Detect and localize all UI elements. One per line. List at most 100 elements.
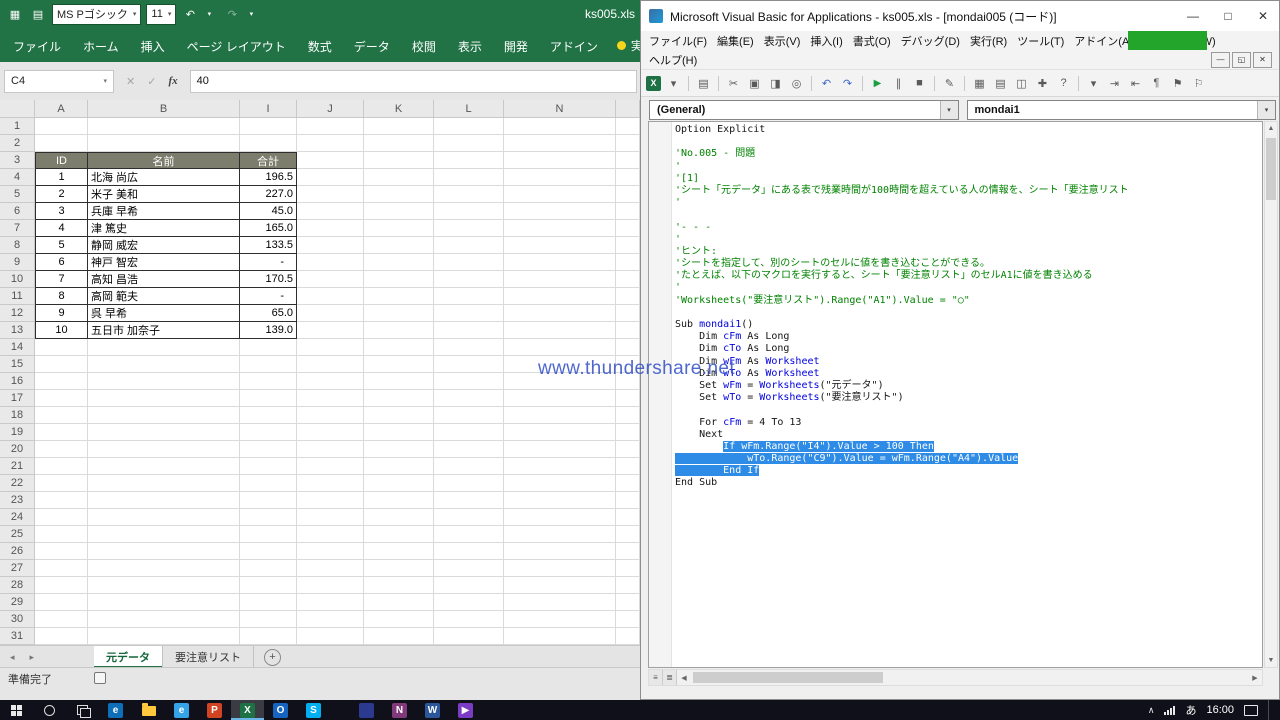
cell[interactable] (616, 441, 640, 458)
column-header[interactable]: K (364, 100, 434, 118)
cell[interactable] (364, 373, 434, 390)
cell[interactable]: 227.0 (240, 186, 297, 203)
cell[interactable] (504, 407, 616, 424)
cell[interactable]: 呉 早希 (88, 305, 240, 322)
cell[interactable] (504, 169, 616, 186)
cell[interactable] (297, 118, 364, 135)
cell[interactable]: 10 (35, 322, 88, 339)
ribbon-tab[interactable]: 挿入 (130, 28, 176, 62)
cell[interactable] (364, 271, 434, 288)
mdi-restore-button[interactable]: ◱ (1232, 52, 1251, 68)
cell[interactable] (504, 424, 616, 441)
cell[interactable] (434, 458, 504, 475)
menu-item[interactable]: 書式(O) (848, 31, 896, 51)
cell[interactable] (297, 543, 364, 560)
taskbar-skype[interactable]: S (297, 700, 330, 720)
cell[interactable] (240, 135, 297, 152)
cell[interactable] (240, 577, 297, 594)
cell[interactable] (434, 322, 504, 339)
row-header[interactable]: 13 (0, 322, 35, 339)
cell[interactable] (364, 288, 434, 305)
cell[interactable]: 米子 美和 (88, 186, 240, 203)
start-button[interactable] (0, 700, 33, 720)
break-icon[interactable]: ∥ (890, 75, 907, 92)
cell[interactable] (240, 373, 297, 390)
cell[interactable] (35, 339, 88, 356)
select-all-corner[interactable] (0, 100, 35, 118)
cell[interactable] (35, 577, 88, 594)
cell[interactable] (297, 509, 364, 526)
taskbar-outlook[interactable]: O (264, 700, 297, 720)
toolbar-options-icon[interactable]: ▾ (1085, 75, 1102, 92)
cell[interactable] (364, 441, 434, 458)
cell[interactable]: 6 (35, 254, 88, 271)
prev-sheet-icon[interactable]: ◂ (10, 652, 15, 663)
cell[interactable] (88, 543, 240, 560)
menu-item[interactable]: ツール(T) (1012, 31, 1069, 51)
design-mode-icon[interactable]: ✎ (941, 75, 958, 92)
cell[interactable] (434, 373, 504, 390)
cell[interactable] (297, 373, 364, 390)
row-header[interactable]: 31 (0, 628, 35, 645)
cell[interactable] (297, 628, 364, 645)
cell[interactable] (35, 118, 88, 135)
copy-icon[interactable]: ▣ (746, 75, 763, 92)
cell[interactable] (364, 611, 434, 628)
menu-item[interactable]: ファイル(F) (644, 31, 712, 51)
cell[interactable] (364, 254, 434, 271)
cell[interactable] (240, 628, 297, 645)
row-header[interactable]: 28 (0, 577, 35, 594)
cell[interactable] (616, 271, 640, 288)
cell[interactable] (434, 475, 504, 492)
cell[interactable] (364, 492, 434, 509)
cell[interactable] (364, 526, 434, 543)
cell[interactable]: 170.5 (240, 271, 297, 288)
cell[interactable] (364, 339, 434, 356)
cell[interactable]: 165.0 (240, 220, 297, 237)
cell[interactable] (434, 526, 504, 543)
cell[interactable] (364, 169, 434, 186)
ribbon-tab[interactable]: データ (343, 28, 401, 62)
cell[interactable] (297, 169, 364, 186)
cell[interactable] (88, 135, 240, 152)
indent-icon[interactable]: ⇥ (1106, 75, 1123, 92)
network-icon[interactable] (1164, 706, 1175, 715)
horizontal-scrollbar[interactable]: ≡ ≣ ◀ ▶ (648, 669, 1263, 686)
cell[interactable] (504, 118, 616, 135)
taskbar-excel[interactable]: X (231, 700, 264, 720)
cell[interactable] (504, 305, 616, 322)
cell[interactable] (297, 135, 364, 152)
cell[interactable] (88, 339, 240, 356)
full-module-view-button[interactable]: ≣ (663, 670, 677, 685)
row-header[interactable]: 26 (0, 543, 35, 560)
cell[interactable] (35, 373, 88, 390)
ribbon-tab[interactable]: 校閲 (401, 28, 447, 62)
insert-function-icon[interactable]: fx (168, 75, 177, 87)
cell[interactable] (434, 118, 504, 135)
cell[interactable] (35, 628, 88, 645)
qat-customize-icon[interactable]: ▾ (242, 5, 260, 23)
cell[interactable] (616, 237, 640, 254)
cell[interactable] (504, 560, 616, 577)
cell[interactable] (297, 305, 364, 322)
enter-icon[interactable]: ✓ (147, 75, 156, 88)
cell[interactable] (504, 577, 616, 594)
minimize-button[interactable]: — (1179, 3, 1207, 29)
menu-item[interactable]: デバッグ(D) (896, 31, 965, 51)
row-header[interactable]: 9 (0, 254, 35, 271)
code-margin[interactable] (649, 122, 672, 667)
cell[interactable] (504, 322, 616, 339)
cell[interactable] (297, 594, 364, 611)
cell[interactable] (297, 441, 364, 458)
cell[interactable] (240, 424, 297, 441)
cell[interactable] (434, 152, 504, 169)
row-header[interactable]: 2 (0, 135, 35, 152)
scroll-up-icon[interactable]: ▲ (1268, 122, 1275, 135)
cell[interactable] (434, 203, 504, 220)
cell[interactable] (364, 407, 434, 424)
cell[interactable] (240, 543, 297, 560)
cell[interactable] (434, 424, 504, 441)
cell[interactable] (504, 628, 616, 645)
cell[interactable] (364, 458, 434, 475)
taskbar-internet-explorer[interactable]: e (165, 700, 198, 720)
